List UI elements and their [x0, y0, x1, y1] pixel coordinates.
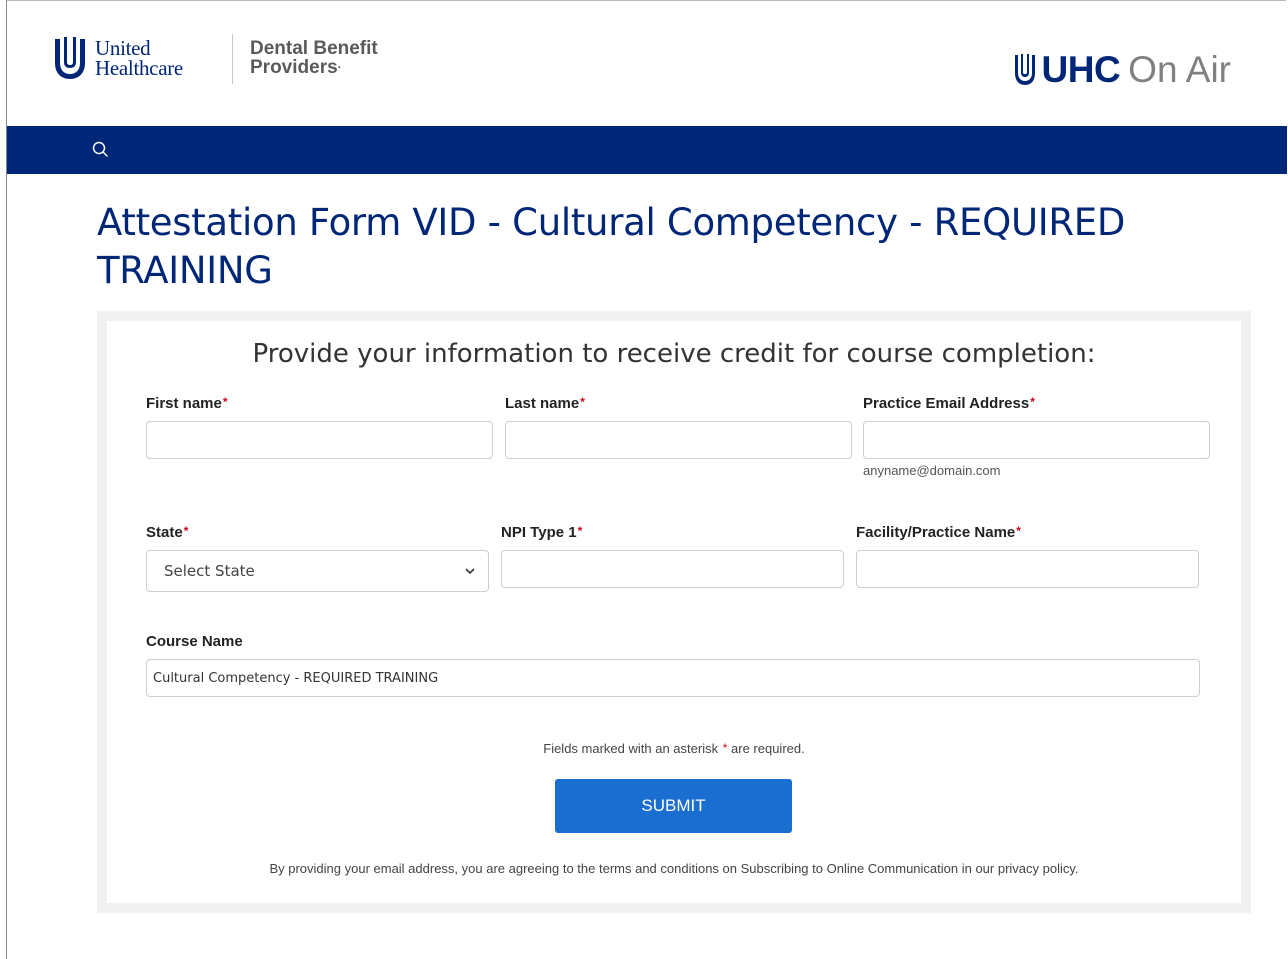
uh-logo-line2: Healthcare: [95, 56, 183, 80]
privacy-notice: By providing your email address, you are…: [269, 861, 1079, 876]
dbp-line2: Providers: [250, 57, 338, 78]
required-asterisk: *: [1030, 395, 1035, 409]
course-name-label: Course Name: [146, 633, 243, 650]
onair-suffix: On Air: [1128, 49, 1231, 90]
state-label: State*: [146, 524, 188, 541]
email-input[interactable]: [863, 421, 1210, 459]
facility-input[interactable]: [856, 550, 1199, 588]
main-nav-bar: [7, 126, 1287, 174]
search-icon[interactable]: [91, 140, 111, 160]
uhc-shield-icon: [55, 37, 85, 79]
uhc-on-air-shield-icon: [1014, 54, 1035, 85]
facility-label-text: Facility/Practice Name: [856, 524, 1016, 541]
form-container: Provide your information to receive cred…: [107, 321, 1241, 903]
onair-brand: UHC: [1041, 49, 1121, 90]
state-select-value: Select State: [164, 562, 255, 580]
required-asterisk: *: [1016, 524, 1021, 538]
email-label-text: Practice Email Address: [863, 395, 1030, 412]
last-name-input[interactable]: [505, 421, 852, 459]
form-heading: Provide your information to receive cred…: [252, 339, 1096, 369]
facility-label: Facility/Practice Name*: [856, 524, 1021, 541]
required-asterisk: *: [722, 741, 728, 755]
dbp-line1: Dental Benefit: [250, 38, 378, 59]
course-name-value: Cultural Competency - REQUIRED TRAINING: [153, 670, 439, 686]
course-name-label-text: Course Name: [146, 633, 243, 650]
course-name-input[interactable]: Cultural Competency - REQUIRED TRAINING: [146, 659, 1200, 697]
npi-label: NPI Type 1*: [501, 524, 582, 541]
required-asterisk: *: [183, 524, 189, 538]
dbp-mark: ·: [337, 60, 342, 74]
chevron-down-icon: [465, 568, 475, 575]
required-asterisk: *: [222, 395, 228, 409]
email-hint: anyname@domain.com: [863, 463, 1001, 478]
state-label-text: State: [146, 524, 183, 541]
dental-benefit-providers-logo: Dental Benefit Providers·: [250, 39, 378, 77]
last-name-label: Last name*: [505, 395, 585, 412]
first-name-label: First name*: [146, 395, 228, 412]
email-label: Practice Email Address*: [863, 395, 1035, 412]
submit-button[interactable]: SUBMIT: [555, 779, 792, 833]
first-name-label-text: First name: [146, 395, 222, 412]
required-note-before: Fields marked with an asterisk: [543, 741, 719, 756]
uh-logo-line1: United: [95, 36, 151, 60]
state-select[interactable]: Select State: [146, 550, 489, 592]
npi-input[interactable]: [501, 550, 844, 588]
npi-label-text: NPI Type 1: [501, 524, 577, 541]
uhc-on-air-logo[interactable]: UHC On Air: [1014, 49, 1231, 91]
browser-page: United Healthcare Dental Benefit Provide…: [6, 0, 1287, 959]
required-asterisk: *: [580, 395, 585, 409]
logo-divider: [232, 34, 233, 84]
first-name-input[interactable]: [146, 421, 493, 459]
required-asterisk: *: [577, 524, 583, 538]
last-name-label-text: Last name: [505, 395, 580, 412]
unitedhealthcare-logo[interactable]: United Healthcare: [53, 35, 183, 81]
required-note-after: are required.: [731, 741, 805, 756]
required-fields-note: Fields marked with an asterisk * are req…: [107, 741, 1241, 756]
attestation-form-panel: Provide your information to receive cred…: [97, 311, 1251, 913]
page-title: Attestation Form VID - Cultural Competen…: [97, 201, 1126, 292]
site-header: United Healthcare Dental Benefit Provide…: [7, 1, 1287, 126]
